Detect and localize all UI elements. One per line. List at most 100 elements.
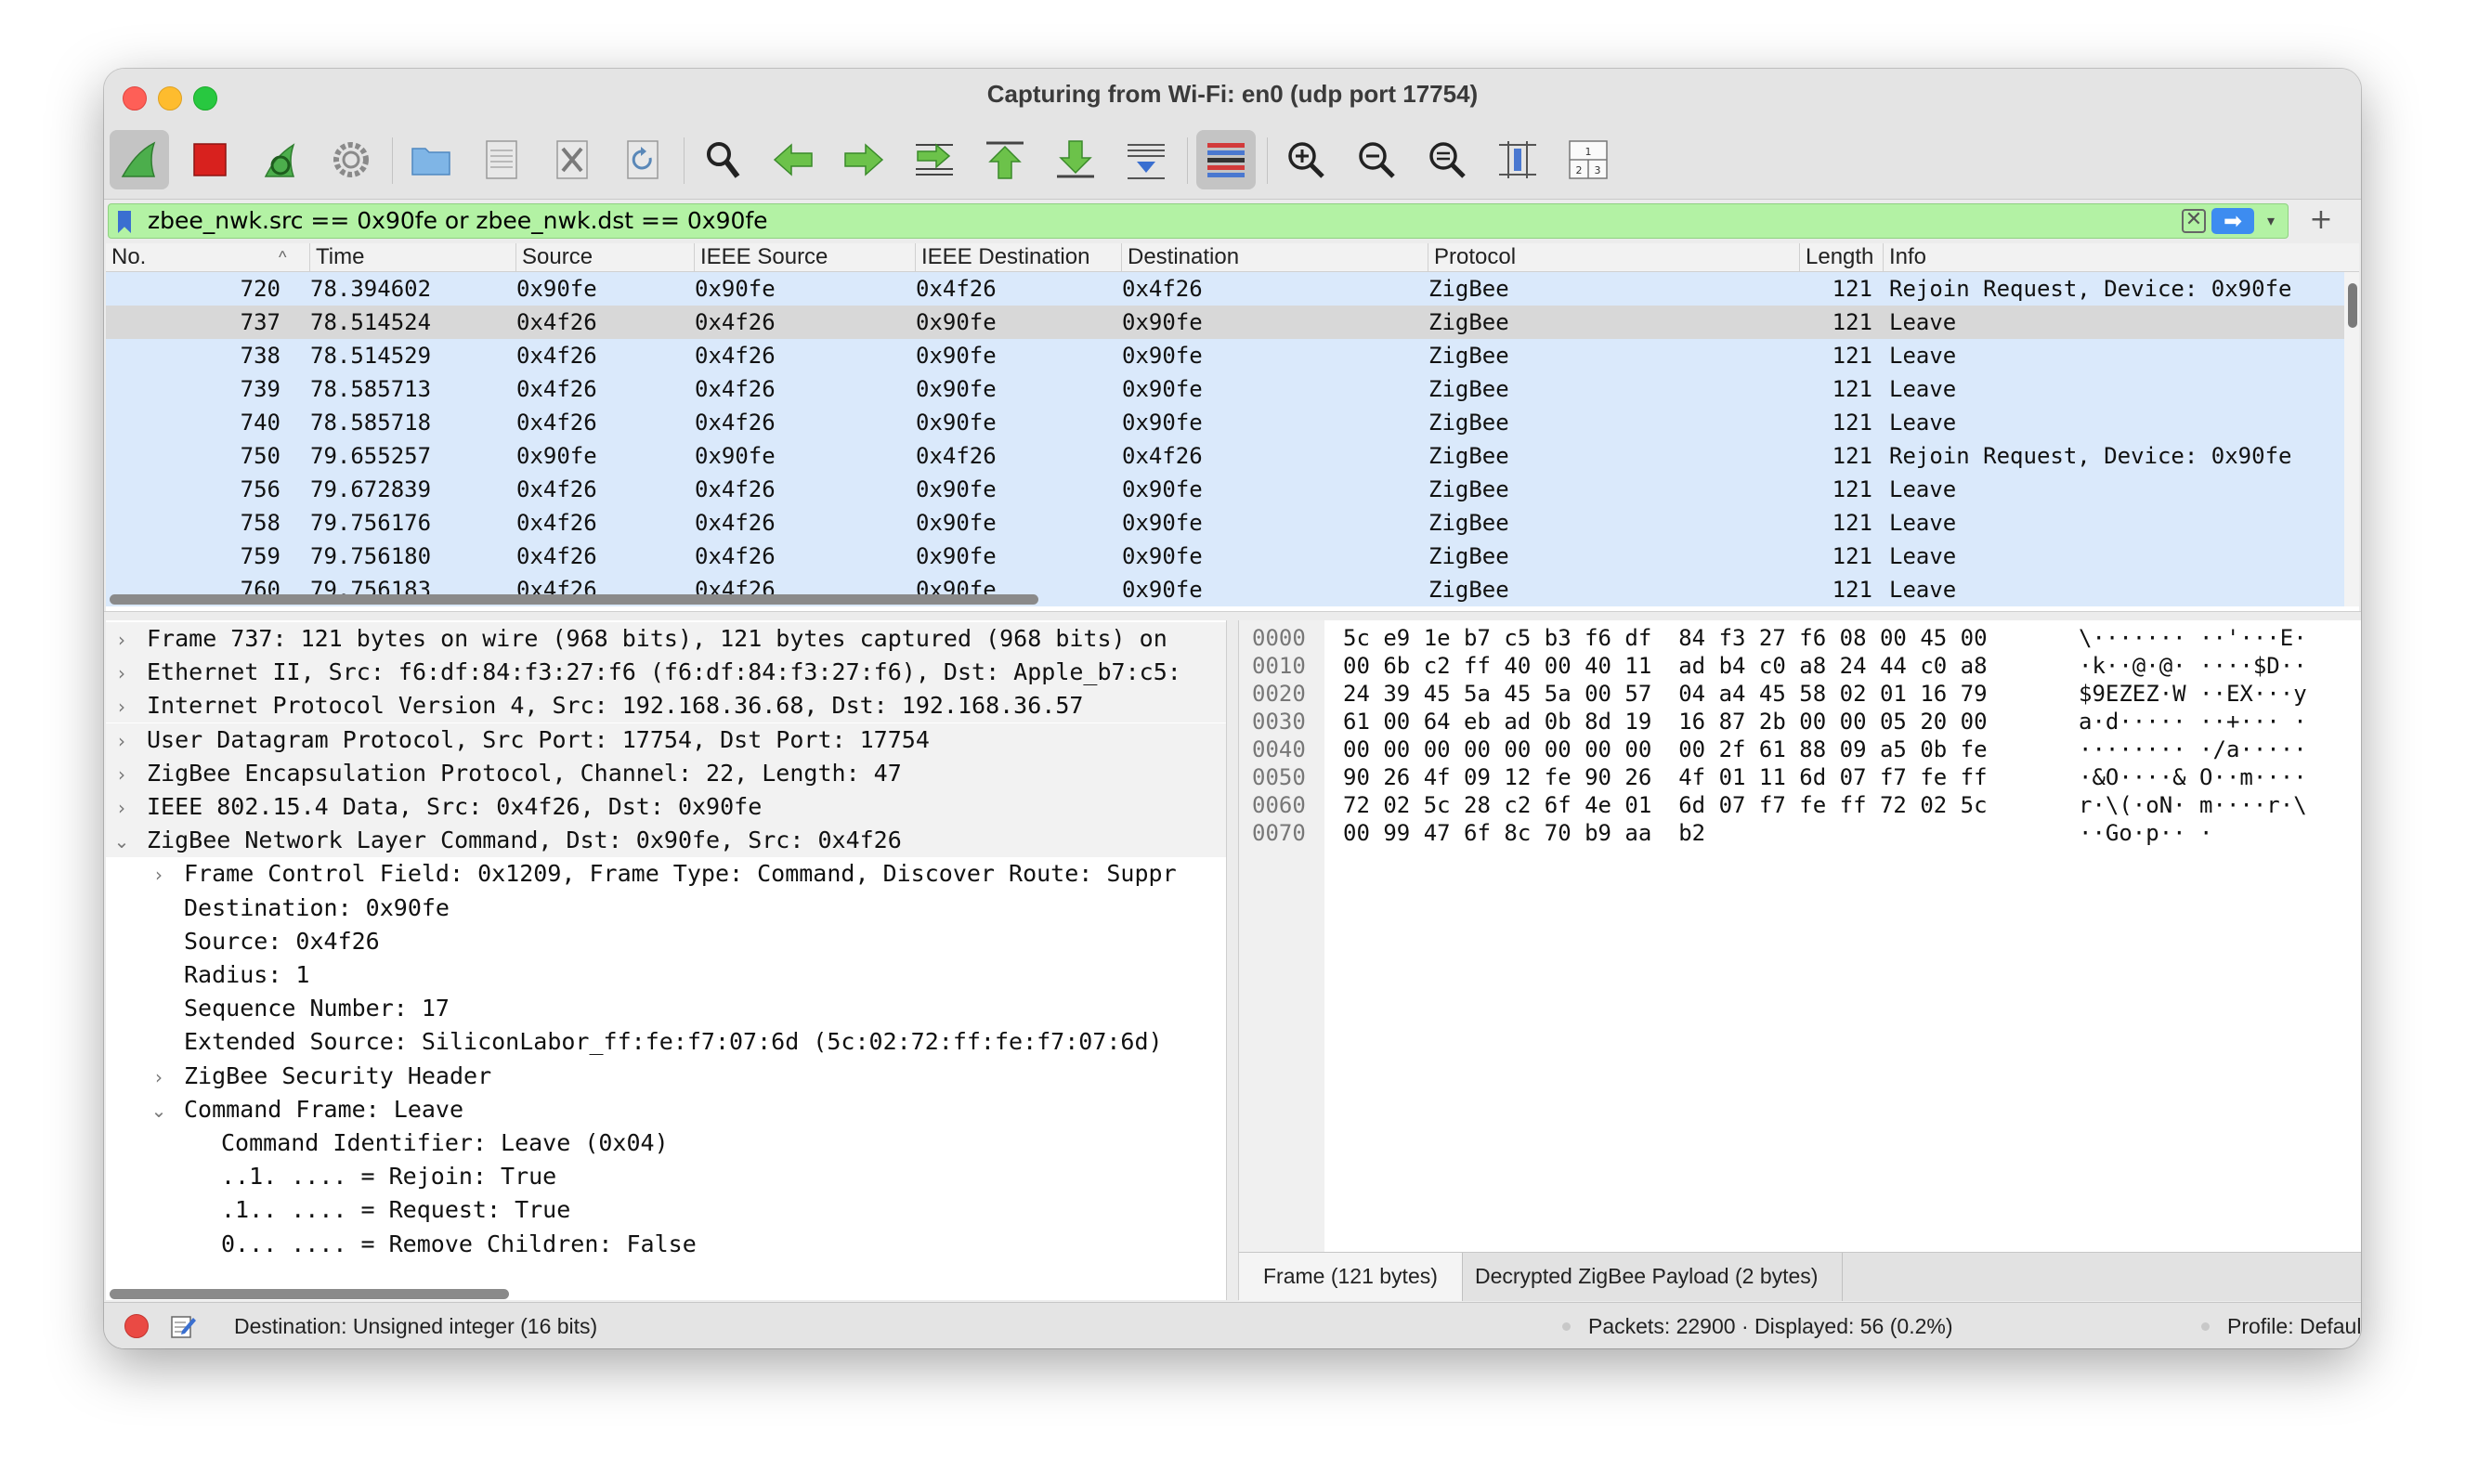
detail-tree-item[interactable]: Radius: 1 [106, 958, 1226, 992]
column-header-source[interactable]: Source [516, 243, 695, 271]
byte-hex[interactable]: 61 00 64 eb ad 0b 8d 19 16 87 2b 00 00 0… [1343, 708, 1988, 735]
detail-tree-item[interactable]: › Frame Control Field: 0x1209, Frame Type… [106, 857, 1226, 891]
detail-tree-item[interactable]: › IEEE 802.15.4 Data, Src: 0x4f26, Dst: 0… [106, 790, 1226, 824]
add-filter-button-icon[interactable]: + [2307, 203, 2335, 237]
detail-tree-item[interactable]: ⌄ ZigBee Network Layer Command, Dst: 0x90… [106, 824, 1226, 858]
expanded-chevron-icon[interactable]: ⌄ [149, 1094, 169, 1126]
column-header-length[interactable]: Length [1800, 243, 1884, 271]
restart-capture-icon[interactable] [251, 130, 310, 189]
packet-list-horizontal-scroll-thumb[interactable] [110, 594, 1038, 605]
collapsed-chevron-icon[interactable]: › [111, 690, 132, 722]
packet-row[interactable]: 739 78.585713 0x4f26 0x4f26 0x90fe 0x90fe ZigB… [106, 372, 2344, 406]
clear-filter-icon[interactable]: ✕ [2182, 209, 2206, 233]
packet-row[interactable]: 758 79.756176 0x4f26 0x4f26 0x90fe 0x90fe ZigB… [106, 506, 2344, 540]
packet-row[interactable]: 738 78.514529 0x4f26 0x4f26 0x90fe 0x90fe ZigB… [106, 339, 2344, 372]
save-file-icon[interactable] [472, 130, 531, 189]
expert-info-icon[interactable] [124, 1314, 149, 1338]
detail-tree-item[interactable]: Command Identifier: Leave (0x04) [106, 1126, 1226, 1160]
byte-ascii[interactable]: ·&O····& O··m···· [2079, 763, 2307, 791]
normal-size-icon[interactable] [1417, 130, 1477, 189]
packet-list-vertical-scrollbar[interactable] [2344, 272, 2359, 606]
column-header-no[interactable]: No. ^ [106, 243, 310, 271]
detail-tree-item[interactable]: › User Datagram Protocol, Src Port: 17754… [106, 722, 1226, 757]
tab-decrypted-payload[interactable]: Decrypted ZigBee Payload (2 bytes) [1451, 1253, 1844, 1301]
detail-tree-item[interactable]: ⌄ Command Frame: Leave [106, 1093, 1226, 1126]
column-header-info[interactable]: Info [1884, 243, 2359, 271]
byte-hex[interactable]: 00 00 00 00 00 00 00 00 00 2f 61 88 09 a… [1343, 735, 1988, 763]
column-header-time[interactable]: Time [310, 243, 516, 271]
byte-ascii[interactable]: ·k··@·@· ····$D·· [2079, 652, 2307, 680]
detail-tree-item[interactable]: Destination: 0x90fe [106, 892, 1226, 925]
detail-tree-item[interactable]: › ZigBee Security Header [106, 1060, 1226, 1093]
packet-row[interactable]: 750 79.655257 0x90fe 0x90fe 0x4f26 0x4f26 ZigB… [106, 439, 2344, 473]
detail-tree-item[interactable]: 0... .... = Remove Children: False [106, 1228, 1226, 1261]
autoscroll-icon[interactable] [1116, 130, 1176, 189]
go-back-icon[interactable] [763, 130, 823, 189]
filter-bookmark-icon[interactable] [118, 211, 131, 233]
apply-filter-icon[interactable]: ➡ [2211, 208, 2254, 234]
detail-tree-item[interactable]: .1.. .... = Request: True [106, 1193, 1226, 1227]
find-packet-icon[interactable] [693, 130, 752, 189]
byte-hex[interactable]: 24 39 45 5a 45 5a 00 57 04 a4 45 58 02 0… [1343, 680, 1988, 708]
close-file-icon[interactable] [542, 130, 602, 189]
packet-row[interactable]: 756 79.672839 0x4f26 0x4f26 0x90fe 0x90fe ZigB… [106, 473, 2344, 506]
open-file-icon[interactable] [401, 130, 461, 189]
byte-hex[interactable]: 00 6b c2 ff 40 00 40 11 ad b4 c0 a8 24 4… [1343, 652, 1988, 680]
collapsed-chevron-icon[interactable]: › [111, 657, 132, 689]
first-packet-icon[interactable] [975, 130, 1035, 189]
packet-row[interactable]: 737 78.514524 0x4f26 0x4f26 0x90fe 0x90fe ZigB… [106, 306, 2344, 339]
packet-list-vertical-scroll-thumb[interactable] [2348, 283, 2357, 328]
detail-tree-item[interactable]: Extended Source: SiliconLabor_ff:fe:f7:0… [106, 1025, 1226, 1059]
packet-row[interactable]: 759 79.756180 0x4f26 0x4f26 0x90fe 0x90fe ZigB… [106, 540, 2344, 573]
packet-row[interactable]: 740 78.585718 0x4f26 0x4f26 0x90fe 0x90fe ZigB… [106, 406, 2344, 439]
details-horizontal-scroll-thumb[interactable] [110, 1289, 509, 1299]
collapsed-chevron-icon[interactable]: › [149, 1061, 169, 1093]
detail-tree-item[interactable]: › Internet Protocol Version 4, Src: 192.1… [106, 689, 1226, 723]
last-packet-icon[interactable] [1046, 130, 1105, 189]
reload-file-icon[interactable] [613, 130, 672, 189]
pane-splitter-horizontal[interactable] [104, 611, 2361, 620]
collapsed-chevron-icon[interactable]: › [111, 758, 132, 790]
start-capture-icon[interactable] [110, 130, 169, 189]
collapsed-chevron-icon[interactable]: › [111, 724, 132, 757]
resize-columns-icon[interactable] [1488, 130, 1547, 189]
detail-tree-item[interactable]: Sequence Number: 17 [106, 992, 1226, 1025]
column-header-protocol[interactable]: Protocol [1428, 243, 1800, 271]
display-filter-input[interactable]: zbee_nwk.src == 0x90fe or zbee_nwk.dst =… [108, 203, 2289, 239]
byte-ascii[interactable]: r·\(·oN· m····r·\ [2079, 791, 2307, 819]
byte-hex[interactable]: 72 02 5c 28 c2 6f 4e 01 6d 07 f7 fe ff 7… [1343, 791, 1988, 819]
byte-ascii[interactable]: ··Go·p·· · [2079, 819, 2213, 847]
go-forward-icon[interactable] [834, 130, 893, 189]
detail-tree-item[interactable]: › Ethernet II, Src: f6:df:84:f3:27:f6 (f6… [106, 656, 1226, 690]
packet-row[interactable]: 720 78.394602 0x90fe 0x90fe 0x4f26 0x4f26 ZigB… [106, 272, 2344, 306]
edit-comment-icon[interactable] [169, 1312, 197, 1340]
collapsed-chevron-icon[interactable]: › [149, 858, 169, 891]
detail-tree-item[interactable]: › Frame 737: 121 bytes on wire (968 bits)… [106, 622, 1226, 656]
byte-ascii[interactable]: ········ ·/a····· [2079, 735, 2307, 763]
column-header-ieee-destination[interactable]: IEEE Destination [916, 243, 1122, 271]
capture-options-icon[interactable] [321, 130, 381, 189]
detail-tree-item[interactable]: › ZigBee Encapsulation Protocol, Channel:… [106, 756, 1226, 790]
zoom-in-icon[interactable] [1276, 130, 1336, 189]
byte-ascii[interactable]: \······· ··'···E· [2079, 624, 2307, 652]
status-profile[interactable]: Profile: Default [2227, 1303, 2361, 1348]
byte-hex[interactable]: 90 26 4f 09 12 fe 90 26 4f 01 11 6d 07 f… [1343, 763, 1988, 791]
expanded-chevron-icon[interactable]: ⌄ [111, 825, 132, 857]
collapsed-chevron-icon[interactable]: › [111, 791, 132, 824]
stop-capture-icon[interactable] [180, 130, 240, 189]
column-header-ieee-source[interactable]: IEEE Source [695, 243, 916, 271]
layout-icon[interactable]: 123 [1559, 130, 1618, 189]
byte-hex[interactable]: 00 99 47 6f 8c 70 b9 aa b2 [1343, 819, 1705, 847]
display-filter-text[interactable]: zbee_nwk.src == 0x90fe or zbee_nwk.dst =… [148, 206, 768, 236]
detail-tree-item[interactable]: Source: 0x4f26 [106, 925, 1226, 958]
detail-tree-item[interactable]: ..1. .... = Rejoin: True [106, 1160, 1226, 1193]
colorize-icon[interactable] [1196, 130, 1256, 189]
column-header-destination[interactable]: Destination [1122, 243, 1428, 271]
tab-frame-bytes[interactable]: Frame (121 bytes) [1239, 1253, 1463, 1301]
byte-ascii[interactable]: $9EZEZ·W ··EX···y [2079, 680, 2307, 708]
zoom-out-icon[interactable] [1347, 130, 1406, 189]
go-to-packet-icon[interactable] [905, 130, 964, 189]
filter-history-dropdown-icon[interactable]: ▾ [2258, 208, 2284, 234]
pane-splitter-vertical[interactable] [1226, 620, 1239, 1300]
byte-ascii[interactable]: a·d····· ··+··· · [2079, 708, 2307, 735]
